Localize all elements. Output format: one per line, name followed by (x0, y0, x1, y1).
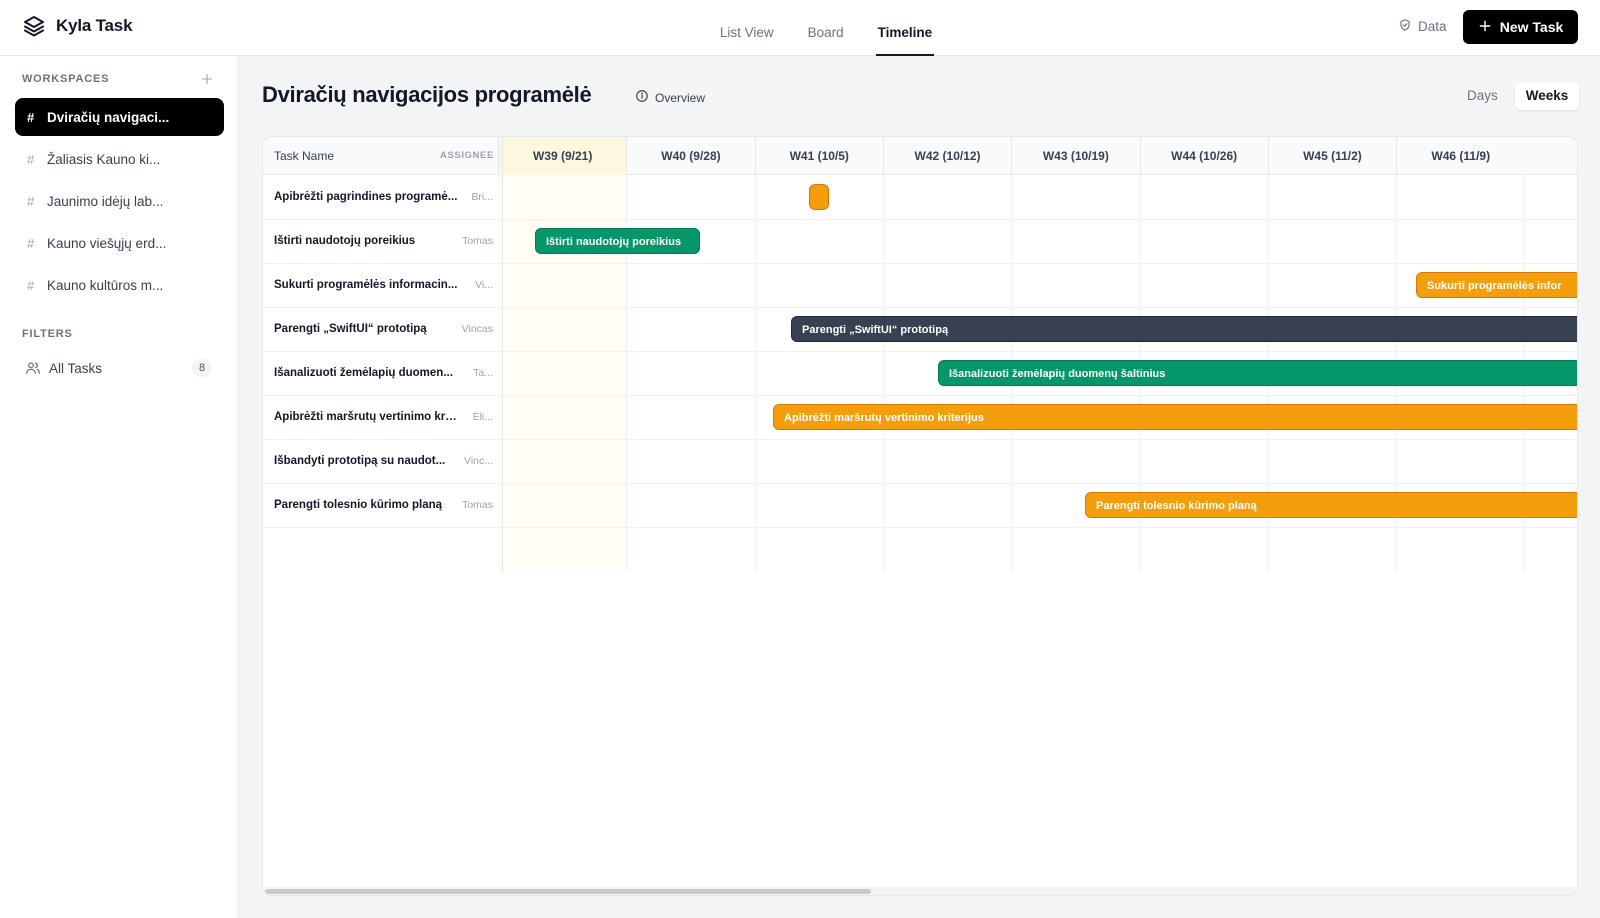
new-task-button[interactable]: New Task (1463, 10, 1578, 44)
task-assignee: Eli... (472, 411, 493, 423)
overview-button[interactable]: Overview (635, 89, 705, 106)
tab-timeline[interactable]: Timeline (875, 5, 935, 56)
task-row[interactable]: Išanalizuoti žemėlapių duomen... Ta... Iša… (263, 351, 1577, 396)
plus-icon (201, 73, 213, 85)
task-name[interactable]: Parengti „SwiftUI“ prototipą (274, 307, 458, 351)
workspace-label: Jaunimo idėjų lab... (47, 193, 164, 209)
brand[interactable]: Kyla Task (22, 14, 133, 38)
hash-icon: # (27, 235, 35, 251)
scrollbar-thumb[interactable] (265, 889, 871, 894)
view-tabs: List View Board Timeline (0, 0, 1600, 56)
week-header: W44 (10/26) (1139, 137, 1268, 175)
week-header: W43 (10/19) (1011, 137, 1139, 175)
page-title: Dviračių navigacijos programėlė (262, 82, 592, 107)
task-row[interactable]: Apibrėžti pagrindines programė... Bri... (263, 175, 1577, 220)
task-bar[interactable]: Parengti „SwiftUI“ prototipą (791, 316, 1577, 342)
workspace-item-kauno-viesuju[interactable]: # Kauno viešųjų erd... (15, 224, 224, 262)
filter-label: All Tasks (49, 360, 103, 376)
task-row[interactable]: Išbandyti prototipą su naudot... Vinc... (263, 439, 1577, 484)
data-label: Data (1418, 19, 1447, 34)
task-assignee: Tomas (462, 499, 493, 511)
week-header: W39 (9/21) (498, 137, 627, 175)
task-name[interactable]: Apibrėžti pagrindines programė... (274, 175, 458, 219)
users-icon (25, 360, 41, 376)
layers-logo-icon (22, 14, 46, 38)
workspace-label: Kauno kultūros m... (47, 277, 164, 293)
filter-all-tasks[interactable]: All Tasks 8 (15, 352, 224, 384)
tab-board[interactable]: Board (806, 5, 846, 56)
range-days-button[interactable]: Days (1456, 82, 1509, 110)
task-assignee: Vi... (475, 279, 493, 291)
task-bar[interactable] (809, 184, 829, 210)
task-count-badge: 8 (192, 359, 212, 377)
horizontal-scrollbar[interactable] (263, 887, 1577, 895)
workspaces-heading: WORKSPACES (22, 73, 110, 85)
task-name[interactable]: Apibrėžti maršrutų vertinimo krit... (274, 395, 458, 439)
task-row[interactable]: Ištirti naudotojų poreikius Tomas Ištirti … (263, 219, 1577, 264)
top-bar: Kyla Task List View Board Timeline Data … (0, 0, 1600, 56)
filters-heading: FILTERS (22, 328, 73, 340)
task-bar[interactable]: Ištirti naudotojų poreikius (535, 228, 700, 254)
task-assignee: Tomas (462, 235, 493, 247)
task-name[interactable]: Parengti tolesnio kūrimo planą (274, 483, 458, 527)
app-title: Kyla Task (56, 16, 133, 35)
task-bar[interactable]: Sukurti programėlės infor (1416, 272, 1577, 298)
sidebar: WORKSPACES # Dviračių navigaci... # Žali… (0, 56, 239, 918)
task-name[interactable]: Sukurti programėlės informacin... (274, 263, 458, 307)
task-assignee: Vincas (461, 323, 493, 335)
week-header: W41 (10/5) (754, 137, 883, 175)
workspace-item-jaunimo[interactable]: # Jaunimo idėjų lab... (15, 182, 224, 220)
plus-icon (1478, 19, 1492, 36)
hash-icon: # (27, 151, 35, 167)
workspace-item-dviraciu[interactable]: # Dviračių navigaci... (15, 98, 224, 136)
workspace-item-zaliasis[interactable]: # Žaliasis Kauno ki... (15, 140, 224, 178)
shield-icon (1398, 18, 1412, 35)
new-task-label: New Task (1499, 19, 1564, 35)
hash-icon: # (27, 193, 35, 209)
task-name[interactable]: Ištirti naudotojų poreikius (274, 219, 458, 263)
timeline-board: Task Name ASSIGNEE W39 (9/21) W40 (9/28) W… (262, 136, 1578, 896)
task-bar[interactable]: Apibrėžti maršrutų vertinimo kriterijus (773, 404, 1577, 430)
overview-label: Overview (655, 90, 706, 105)
add-workspace-button[interactable] (198, 70, 216, 88)
tab-list-view[interactable]: List View (718, 5, 776, 56)
workspace-label: Kauno viešųjų erd... (47, 235, 167, 251)
range-toggle: Days Weeks (1456, 82, 1580, 110)
week-header: W40 (9/28) (626, 137, 754, 175)
assignee-header: ASSIGNEE (440, 150, 494, 161)
task-assignee: Vinc... (464, 455, 493, 467)
task-assignee: Ta... (473, 367, 493, 379)
workspace-item-kauno-kulturos[interactable]: # Kauno kultūros m... (15, 266, 224, 304)
workspace-label: Žaliasis Kauno ki... (47, 151, 161, 167)
task-assignee: Bri... (471, 191, 493, 203)
week-header: W45 (11/2) (1267, 137, 1396, 175)
range-weeks-button[interactable]: Weeks (1514, 82, 1580, 110)
hash-icon: # (27, 109, 35, 125)
info-icon (635, 89, 649, 106)
task-row[interactable]: Parengti „SwiftUI“ prototipą Vincas Pareng… (263, 307, 1577, 352)
task-bar[interactable]: Parengti tolesnio kūrimo planą (1085, 492, 1577, 518)
task-name[interactable]: Išbandyti prototipą su naudot... (274, 439, 458, 483)
task-name-header: Task Name (274, 149, 335, 163)
task-row[interactable]: Sukurti programėlės informacin... Vi... Su… (263, 263, 1577, 308)
week-header: W46 (11/9) (1396, 137, 1524, 175)
task-row[interactable]: Apibrėžti maršrutų vertinimo krit... Eli.… (263, 395, 1577, 440)
task-name[interactable]: Išanalizuoti žemėlapių duomen... (274, 351, 458, 395)
task-bar[interactable]: Išanalizuoti žemėlapių duomenų šaltinius (938, 360, 1577, 386)
data-button[interactable]: Data (1398, 18, 1447, 35)
workspace-label: Dviračių navigaci... (47, 109, 170, 125)
hash-icon: # (27, 277, 35, 293)
week-header: W42 (10/12) (882, 137, 1011, 175)
task-row[interactable]: Parengti tolesnio kūrimo planą Tomas Paren… (263, 483, 1577, 528)
